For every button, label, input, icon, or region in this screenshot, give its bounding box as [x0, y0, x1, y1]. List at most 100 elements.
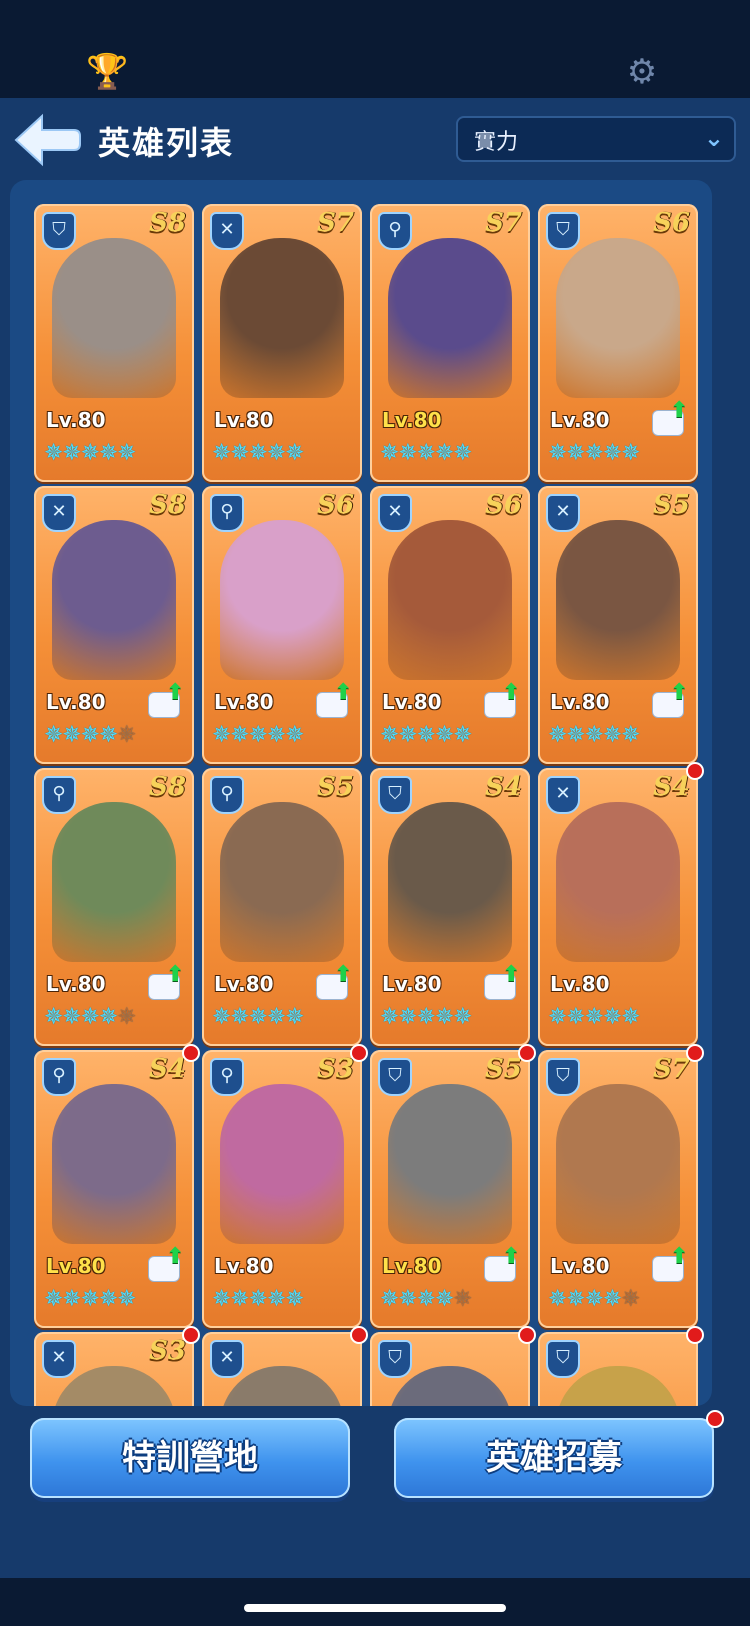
gear-upgrade-icon: ⬆ — [482, 680, 520, 718]
star-empty-icon: ✵ — [117, 722, 136, 748]
star-empty-icon: ✵ — [453, 1286, 472, 1312]
hero-card[interactable]: ⛉ S6 Lv.80 ✵✵✵✵✵ ⬆ — [538, 204, 698, 482]
star-filled-icon: ✵ — [266, 440, 286, 466]
star-filled-icon: ✵ — [416, 722, 436, 748]
hero-portrait — [220, 520, 344, 680]
star-filled-icon: ✵ — [80, 1004, 100, 1030]
hero-stars: ✵✵✵✵✵ — [212, 1004, 304, 1030]
star-empty-icon: ✵ — [117, 1004, 136, 1030]
hero-level: Lv.80 — [382, 1254, 442, 1278]
shield-role-icon: ⛉ — [546, 1058, 580, 1096]
hero-card[interactable]: ⚲ S5 Lv.80 ✵✵✵✵✵ ⬆ — [202, 768, 362, 1046]
notification-dot — [350, 1326, 368, 1344]
star-filled-icon: ✵ — [285, 1004, 304, 1030]
hero-portrait — [556, 802, 680, 962]
crossbow-role-icon: ✕ — [546, 494, 580, 532]
gear-upgrade-icon: ⬆ — [650, 1244, 689, 1282]
star-filled-icon: ✵ — [398, 440, 417, 466]
star-filled-icon: ✵ — [621, 1004, 640, 1030]
hero-rank-badge: S6 — [317, 490, 354, 520]
hero-card[interactable]: ✕ S4 Lv.80 ✵✵✵✵✵ — [538, 768, 698, 1046]
shield-role-icon: ⛉ — [378, 1058, 412, 1096]
header: 英雄列表 實力 ⌄ — [0, 98, 750, 178]
back-arrow-icon[interactable] — [12, 112, 82, 168]
star-filled-icon: ✵ — [416, 1004, 436, 1030]
star-filled-icon: ✵ — [453, 1004, 472, 1030]
bottom-bar — [0, 1578, 750, 1626]
hero-card[interactable]: ✕ S6 Lv.80 ✵✵✵✵✵ ⬆ — [370, 486, 530, 764]
crossbow-role-icon: ✕ — [210, 1340, 244, 1378]
hero-stars: ✵✵✵✵✵ — [212, 440, 304, 466]
hero-portrait — [388, 520, 512, 680]
hero-stars: ✵✵✵✵✵ — [212, 722, 304, 748]
hero-stars: ✵✵✵✵✵ — [548, 440, 640, 466]
hero-rank-badge: S7 — [653, 1054, 690, 1084]
gear-upgrade-icon: ⬆ — [146, 680, 184, 718]
star-filled-icon: ✵ — [285, 1286, 304, 1312]
star-filled-icon: ✵ — [548, 1004, 567, 1030]
hero-stars: ✵✵✵✵✵ — [548, 722, 640, 748]
hero-list-screen: 英雄列表 實力 ⌄ ⛉ S8 Lv.80 ✵✵✵✵✵ ✕ S7 Lv.80 ✵✵✵✵✵ ⚲ S7 L… — [0, 98, 750, 1578]
sort-dropdown[interactable]: 實力 ⌄ — [456, 116, 736, 162]
hero-card[interactable]: ⚲ S7 Lv.80 ✵✵✵✵✵ — [370, 204, 530, 482]
up-arrow-icon: ⬆ — [670, 680, 689, 705]
notification-dot — [350, 1044, 368, 1062]
hero-level: Lv.80 — [550, 408, 610, 432]
home-indicator[interactable] — [244, 1604, 506, 1612]
up-arrow-icon: ⬆ — [670, 1244, 689, 1269]
hero-level: Lv.80 — [214, 1254, 274, 1278]
training-camp-button[interactable]: 特訓營地 — [30, 1418, 350, 1498]
hero-stars: ✵✵✵✵✵ — [212, 1286, 304, 1312]
star-filled-icon: ✵ — [80, 440, 100, 466]
hero-card[interactable]: ✕ — [202, 1332, 362, 1406]
hero-card[interactable]: ⛉ — [370, 1332, 530, 1406]
star-filled-icon: ✵ — [117, 440, 136, 466]
gear-upgrade-icon: ⬆ — [314, 680, 353, 718]
hero-rank-badge: S3 — [149, 1336, 186, 1366]
star-filled-icon: ✵ — [453, 440, 472, 466]
hero-card[interactable]: ⚲ S8 Lv.80 ✵✵✵✵✵ ⬆ — [34, 768, 194, 1046]
star-filled-icon: ✵ — [602, 1286, 622, 1312]
star-filled-icon: ✵ — [230, 1004, 249, 1030]
hero-card[interactable]: ✕ S7 Lv.80 ✵✵✵✵✵ — [202, 204, 362, 482]
star-filled-icon: ✵ — [248, 440, 268, 466]
hero-card[interactable]: ⛉ S8 Lv.80 ✵✵✵✵✵ — [34, 204, 194, 482]
star-filled-icon: ✵ — [44, 722, 63, 748]
hero-card[interactable]: ⛉ S7 Lv.80 ✵✵✵✵✵ ⬆ — [538, 1050, 698, 1328]
hero-card[interactable]: ✕ S8 Lv.80 ✵✵✵✵✵ ⬆ — [34, 486, 194, 764]
hero-rank-badge: S3 — [317, 1054, 354, 1084]
hero-card[interactable]: ⚲ S4 Lv.80 ✵✵✵✵✵ ⬆ — [34, 1050, 194, 1328]
hero-card[interactable]: ⛉ S4 Lv.80 ✵✵✵✵✵ ⬆ — [370, 768, 530, 1046]
hero-rank-badge: S6 — [485, 490, 522, 520]
crossbow-role-icon: ✕ — [42, 1340, 76, 1378]
up-arrow-icon: ⬆ — [334, 680, 353, 705]
crossbow-role-icon: ✕ — [546, 776, 580, 814]
star-filled-icon: ✵ — [398, 1004, 417, 1030]
star-filled-icon: ✵ — [117, 1286, 136, 1312]
hero-card[interactable]: ⚲ S6 Lv.80 ✵✵✵✵✵ ⬆ — [202, 486, 362, 764]
hero-portrait — [52, 520, 176, 680]
notification-dot — [518, 1044, 536, 1062]
star-filled-icon: ✵ — [548, 440, 567, 466]
hero-card[interactable]: ⛉ — [538, 1332, 698, 1406]
staff-role-icon: ⚲ — [210, 776, 244, 814]
up-arrow-icon: ⬆ — [502, 1244, 521, 1269]
gear-icon[interactable]: ⚙ — [622, 52, 662, 92]
hero-card[interactable]: ⛉ S5 Lv.80 ✵✵✵✵✵ ⬆ — [370, 1050, 530, 1328]
notification-dot — [686, 1044, 704, 1062]
staff-role-icon: ⚲ — [210, 494, 244, 532]
hero-recruit-button[interactable]: 英雄招募 — [394, 1418, 714, 1498]
star-filled-icon: ✵ — [230, 722, 249, 748]
hero-level: Lv.80 — [382, 972, 442, 996]
hero-card[interactable]: ✕ S3 — [34, 1332, 194, 1406]
hero-card[interactable]: ✕ S5 Lv.80 ✵✵✵✵✵ ⬆ — [538, 486, 698, 764]
hero-grid-panel[interactable]: ⛉ S8 Lv.80 ✵✵✵✵✵ ✕ S7 Lv.80 ✵✵✵✵✵ ⚲ S7 Lv.80 ✵✵✵✵✵ ⛉… — [10, 180, 712, 1406]
hero-card[interactable]: ⚲ S3 Lv.80 ✵✵✵✵✵ — [202, 1050, 362, 1328]
star-filled-icon: ✵ — [44, 1286, 63, 1312]
staff-role-icon: ⚲ — [42, 776, 76, 814]
star-filled-icon: ✵ — [230, 1286, 249, 1312]
star-filled-icon: ✵ — [416, 440, 436, 466]
hero-rank-badge: S4 — [485, 772, 522, 802]
gear-upgrade-icon: ⬆ — [314, 962, 352, 1000]
trophy-icon[interactable]: 🏆 — [86, 52, 128, 92]
